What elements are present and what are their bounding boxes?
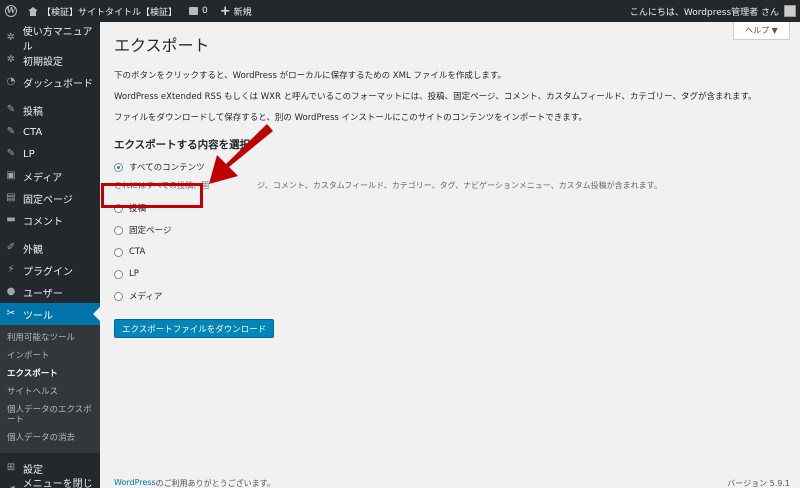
submenu-item-erase-personal-data[interactable]: 個人データの消去 [0, 429, 100, 447]
radio-cta[interactable]: CTA [114, 245, 794, 259]
sidebar-item-users[interactable]: ● ユーザー [0, 281, 100, 303]
site-title: 【検証】サイトタイトル【検証】 [42, 7, 178, 18]
gear-icon: ✲ [6, 32, 16, 43]
collapse-menu-button[interactable]: ◀メニューを閉じる [0, 479, 100, 488]
gear-icon: ✲ [6, 54, 16, 65]
footer-version: バージョン 5.9.1 [727, 479, 790, 488]
submenu-item-export[interactable]: エクスポート [0, 365, 100, 383]
avatar [784, 5, 796, 17]
footer-thanks: のご利用ありがとうございます。 [155, 479, 275, 488]
brush-icon: ✐ [6, 242, 16, 253]
sidebar-item-posts[interactable]: ✎ 投稿 [0, 99, 100, 121]
plugin-icon: ⚡ [7, 264, 15, 275]
sidebar-item-appearance[interactable]: ✐ 外観 [0, 237, 100, 259]
pin-icon: ✎ [6, 104, 16, 115]
description-2: WordPress eXtended RSS もしくは WXR と呼んでいるこの… [114, 92, 757, 102]
highlight-box [101, 183, 203, 208]
site-name-link[interactable]: 【検証】サイトタイトル【検証】 [22, 0, 183, 22]
comment-count: 0 [202, 6, 208, 16]
wordpress-logo-icon[interactable]: W [0, 0, 22, 22]
footer-wordpress-link[interactable]: WordPress [114, 478, 156, 488]
sidebar-item-media[interactable]: ▣ メディア [0, 165, 100, 187]
sidebar-item-pages[interactable]: ▤ 固定ページ [0, 187, 100, 209]
radio-button[interactable] [114, 225, 123, 235]
submenu-item-site-health[interactable]: サイトヘルス [0, 383, 100, 401]
dashboard-icon: ◔ [6, 76, 16, 87]
sidebar-item-lp[interactable]: ✎ LP [0, 143, 100, 165]
sidebar-item-dashboard[interactable]: ◔ ダッシュボード [0, 71, 100, 93]
my-account[interactable]: こんにちは、Wordpress管理者 さん [630, 0, 800, 22]
pin-icon: ✎ [6, 148, 16, 159]
radio-button[interactable] [114, 269, 123, 279]
submenu-item-available-tools[interactable]: 利用可能なツール [0, 329, 100, 347]
radio-posts[interactable]: 投稿 [114, 201, 794, 215]
description-1: 下のボタンをクリックすると、WordPress がローカルに保存するための XM… [114, 71, 507, 81]
new-content-link[interactable]: + 新規 [214, 0, 258, 22]
radio-button[interactable] [114, 291, 123, 301]
home-icon [28, 6, 38, 16]
admin-sidebar: ✲ 使い方マニュアル ✲ 初期設定 ◔ ダッシュボード ✎ 投稿 ✎ CTA ✎ LP ▣ メ… [0, 22, 100, 488]
sidebar-item-manual[interactable]: ✲ 使い方マニュアル [0, 27, 100, 53]
footer: WordPress のご利用ありがとうございます。 バージョン 5.9.1 [114, 478, 790, 488]
page-icon: ▤ [6, 192, 16, 203]
sidebar-item-comments[interactable]: ▬ コメント [0, 209, 100, 231]
comment-icon: ▬ [6, 214, 16, 225]
tools-submenu: 利用可能なツール インポート エクスポート サイトヘルス 個人データのエクスポー… [0, 325, 100, 453]
user-icon: ● [6, 286, 16, 297]
comment-icon [189, 7, 199, 15]
red-arrow-annotation [209, 124, 273, 184]
greeting: こんにちは、Wordpress管理者 さん [629, 7, 779, 18]
radio-button[interactable] [114, 247, 123, 257]
export-options: 投稿 固定ページ CTA LP メディア [114, 201, 794, 303]
comments-link[interactable]: 0 [183, 0, 214, 22]
sidebar-item-plugins[interactable]: ⚡ プラグイン [0, 259, 100, 281]
settings-icon: ⊞ [6, 462, 16, 473]
submenu-item-export-personal-data[interactable]: 個人データのエクスポート [0, 401, 100, 429]
submenu-item-import[interactable]: インポート [0, 347, 100, 365]
radio-media[interactable]: メディア [114, 289, 794, 303]
radio-button[interactable] [114, 162, 123, 172]
media-icon: ▣ [6, 170, 16, 181]
new-label: 新規 [233, 7, 252, 18]
radio-lp[interactable]: LP [114, 267, 794, 281]
download-export-button[interactable]: エクスポートファイルをダウンロード [114, 319, 275, 338]
wrench-icon: ✂ [6, 308, 16, 319]
sidebar-item-cta[interactable]: ✎ CTA [0, 121, 100, 143]
page-title: エクスポート [114, 36, 210, 55]
pin-icon: ✎ [6, 126, 16, 137]
admin-bar: W 【検証】サイトタイトル【検証】 0 + 新規 こんにちは、Wordpress… [0, 0, 800, 22]
plus-icon: + [219, 3, 231, 19]
radio-pages[interactable]: 固定ページ [114, 223, 794, 237]
sidebar-item-tools[interactable]: ✂ ツール [0, 303, 100, 325]
active-arrow [93, 307, 100, 321]
